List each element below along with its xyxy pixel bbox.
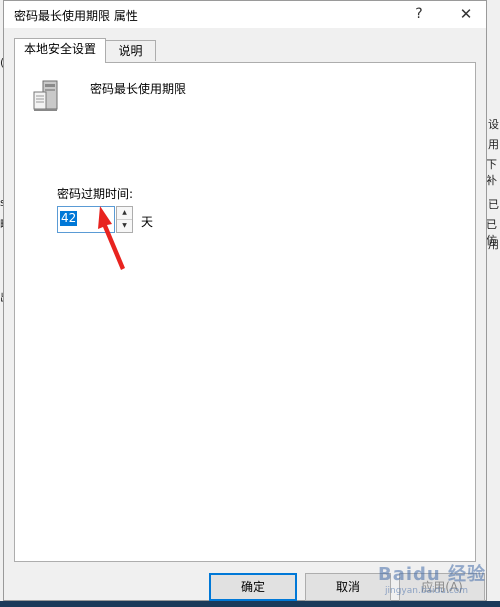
taskbar-strip: [0, 601, 500, 607]
help-button[interactable]: ?: [404, 3, 434, 25]
policy-name: 密码最长使用期限: [90, 82, 187, 96]
unit-label: 天: [141, 215, 154, 229]
properties-dialog: 密码最长使用期限 属性 ? ✕ 本地安全设置 说明 密码最长使用期限 密码过期时…: [3, 0, 487, 601]
background-window-right: [485, 0, 500, 607]
expiration-days-input[interactable]: 42: [57, 206, 115, 233]
watermark: Baidu 经验: [378, 564, 487, 585]
close-button[interactable]: ✕: [451, 3, 481, 25]
background-text: 下补: [486, 158, 497, 187]
background-text: 已: [488, 198, 499, 211]
window-title: 密码最长使用期限 属性: [14, 9, 138, 23]
background-text: 用: [488, 238, 499, 251]
ok-button[interactable]: 确定: [209, 573, 297, 601]
background-text: 设: [488, 118, 499, 131]
spin-down-button[interactable]: ▼: [117, 220, 132, 232]
expiration-label: 密码过期时间:: [57, 187, 134, 201]
background-text: 用: [488, 138, 499, 151]
tab-panel: 密码最长使用期限 密码过期时间: 42 ▲ ▼ 天: [14, 62, 476, 562]
spin-up-button[interactable]: ▲: [117, 207, 132, 220]
tab-explain[interactable]: 说明: [105, 40, 156, 61]
tab-local-security-setting[interactable]: 本地安全设置: [14, 38, 106, 63]
title-bar[interactable]: 密码最长使用期限 属性 ? ✕: [4, 1, 486, 28]
watermark-url: jingyan.baidu.com: [385, 586, 469, 596]
days-spinner[interactable]: ▲ ▼: [116, 206, 133, 233]
expiration-days-value: 42: [60, 211, 78, 226]
server-icon: [33, 80, 58, 111]
